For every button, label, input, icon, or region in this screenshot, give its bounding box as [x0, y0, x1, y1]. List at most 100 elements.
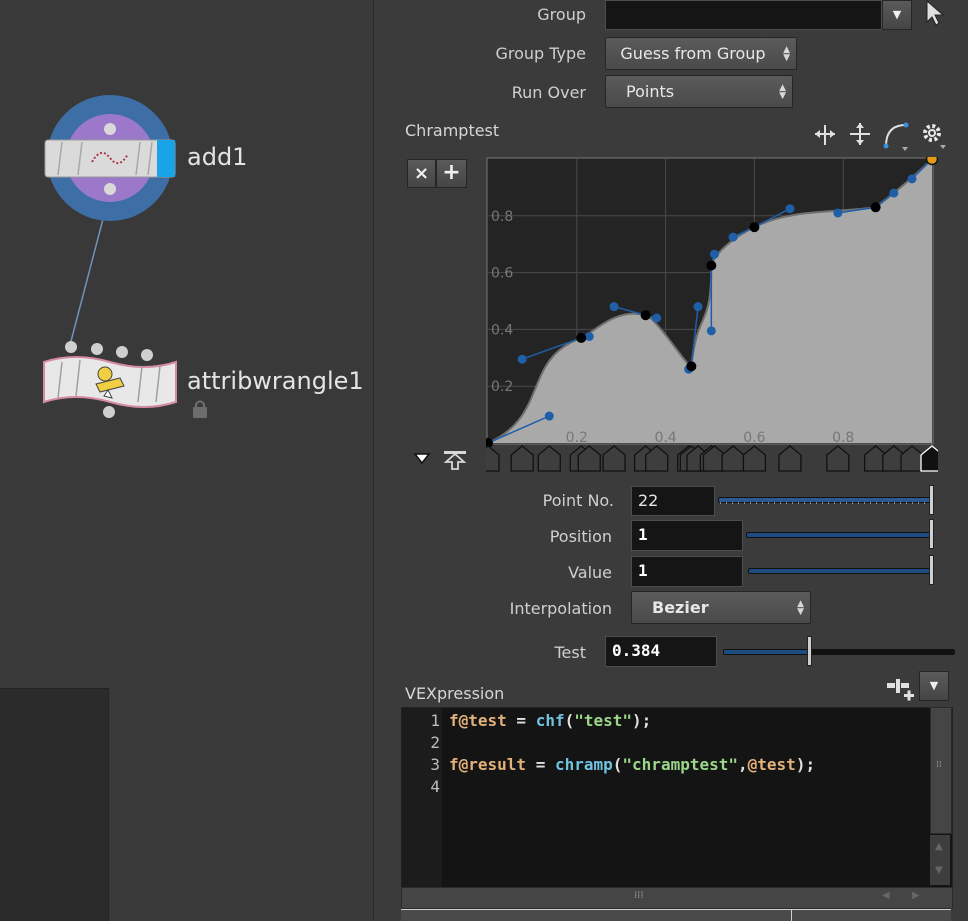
ramp-key-point-selected	[925, 157, 938, 166]
ramp-x-tick-label: 0.6	[743, 430, 765, 446]
line-number: 2	[430, 733, 440, 752]
vex-menu-button[interactable]: ▼	[919, 671, 949, 701]
group-type-label: Group Type	[495, 44, 586, 63]
ramp-bottom-tools	[413, 451, 467, 470]
code-line-3[interactable]: f@result = chramp("chramptest",@test);	[449, 755, 815, 774]
ramp-key-point	[576, 332, 587, 343]
vex-code-editor[interactable]: 1 2 3 4 f@test = chf("test"); f@result =…	[401, 707, 953, 889]
code-token-function: chramp	[554, 755, 613, 774]
flip-horizontal-icon[interactable]	[815, 125, 835, 145]
ramp-position-marker	[721, 445, 745, 472]
line-number: 1	[430, 711, 440, 730]
test-slider-filled[interactable]	[723, 649, 811, 655]
ramp-handle-point	[709, 249, 719, 259]
interpolation-label: Interpolation	[509, 599, 612, 618]
scroll-grip-icon: ⁞⁞	[936, 760, 942, 770]
point-no-field[interactable]: 22	[631, 486, 715, 516]
ramp-handle-point	[785, 204, 795, 214]
code-horizontal-scrollbar[interactable]: ⁞⁞⁞ ◀ ▶	[401, 887, 953, 909]
group-type-menu[interactable]: Guess from Group ▲ ▼	[605, 37, 797, 70]
interpolation-menu[interactable]: Bezier ▲ ▼	[631, 591, 811, 624]
interpolation-value: Bezier	[652, 598, 709, 617]
ramp-handle-point	[907, 174, 917, 184]
code-line-1[interactable]: f@test = chf("test");	[449, 711, 651, 730]
ramp-handle-point	[652, 313, 662, 323]
select-arrow-icon[interactable]	[924, 0, 948, 26]
ramp-add-point-button[interactable]: +	[436, 159, 467, 188]
parameter-panel: Group ▼ Group Type Guess from Group ▲ ▼ R…	[373, 0, 968, 921]
ramp-key-point	[706, 260, 717, 271]
collapse-ramp-icon[interactable]	[413, 453, 431, 465]
spin-arrows-icon: ▲ ▼	[797, 599, 804, 617]
ramp-handle-point	[517, 354, 527, 364]
ramp-position-marker	[486, 445, 500, 472]
bottom-strip	[401, 909, 951, 921]
position-slider[interactable]	[746, 532, 932, 538]
ramp-position-marker	[900, 445, 924, 472]
code-token-paren: );	[795, 755, 816, 774]
scroll-left-icon[interactable]: ◀	[882, 890, 890, 901]
ramp-title: Chramptest	[405, 121, 500, 140]
ramp-key-markers[interactable]	[486, 445, 938, 472]
scroll-down-icon[interactable]: ▼	[935, 865, 943, 876]
code-token-paren: (	[612, 755, 623, 774]
vexpression-title: VEXpression	[405, 684, 505, 703]
value-field[interactable]: 1	[631, 556, 743, 587]
group-dropdown-button[interactable]: ▼	[882, 0, 912, 30]
value-slider-handle[interactable]	[929, 555, 934, 585]
ramp-position-marker	[510, 445, 534, 472]
ramp-handle-point	[544, 411, 554, 421]
test-slider-empty[interactable]	[809, 649, 955, 655]
test-label: Test	[554, 643, 586, 662]
network-editor[interactable]: add1 attribwrangle1	[0, 0, 373, 921]
run-over-menu[interactable]: Points ▲ ▼	[605, 75, 793, 108]
code-token-variable: f@result	[449, 755, 527, 774]
line-number-gutter: 1 2 3 4	[402, 708, 442, 888]
ramp-position-marker	[602, 445, 626, 472]
network-inset-pane	[0, 688, 109, 921]
code-scroll-arrows[interactable]: ▲ ▼	[930, 835, 950, 885]
ramp-editor[interactable]: 0.2 0.2 0.4 0.4 0.6 0.6 0.8 0.8	[486, 157, 938, 477]
ramp-position-marker	[537, 445, 561, 472]
ramp-x-tick-label: 0.4	[654, 430, 676, 446]
pin-to-top-icon[interactable]	[443, 451, 467, 470]
code-token-variable: @test	[747, 755, 796, 774]
ramp-y-tick-label: 0.4	[491, 322, 513, 338]
group-label: Group	[537, 5, 586, 24]
node-label-attribwrangle1: attribwrangle1	[187, 367, 364, 395]
spin-arrows-icon: ▲ ▼	[779, 83, 786, 101]
code-token-operator: =	[506, 711, 536, 730]
scroll-up-icon[interactable]: ▲	[935, 841, 943, 852]
ramp-handle-point	[706, 326, 716, 336]
code-token-function: chf	[535, 711, 565, 730]
point-no-slider-handle[interactable]	[929, 485, 934, 515]
insert-snippet-icon[interactable]	[884, 674, 918, 704]
group-type-value: Guess from Group	[620, 44, 766, 63]
ramp-remove-point-button[interactable]: ×	[407, 159, 436, 188]
add1-node[interactable]	[44, 95, 176, 221]
code-vertical-scrollbar[interactable]: ⁞⁞	[930, 707, 952, 834]
ramp-y-tick-label: 0.8	[491, 209, 513, 225]
ramp-y-tick-label: 0.2	[491, 379, 513, 395]
value-slider[interactable]	[748, 568, 932, 574]
line-number: 4	[430, 777, 440, 796]
ramp-y-tick-label: 0.6	[491, 266, 513, 282]
value-label: Value	[568, 563, 612, 582]
test-slider-handle[interactable]	[807, 636, 812, 666]
scroll-grip-icon: ⁞⁞⁞	[634, 890, 644, 901]
connection-wire	[69, 199, 109, 346]
attribwrangle1-node[interactable]	[43, 341, 177, 418]
point-no-slider-ticks	[720, 502, 928, 504]
ramp-key-point	[686, 361, 697, 372]
ramp-handle-point	[889, 188, 899, 198]
gear-icon[interactable]	[923, 124, 946, 149]
position-slider-handle[interactable]	[929, 519, 934, 549]
code-token-comma: ,	[738, 755, 748, 774]
position-field[interactable]: 1	[631, 520, 743, 551]
flip-vertical-icon[interactable]	[850, 123, 870, 145]
test-field[interactable]: 0.384	[605, 636, 717, 667]
code-token-paren: );	[632, 711, 652, 730]
scroll-right-icon[interactable]: ▶	[912, 890, 920, 901]
group-field[interactable]	[605, 0, 882, 30]
curve-type-icon[interactable]	[883, 122, 909, 152]
